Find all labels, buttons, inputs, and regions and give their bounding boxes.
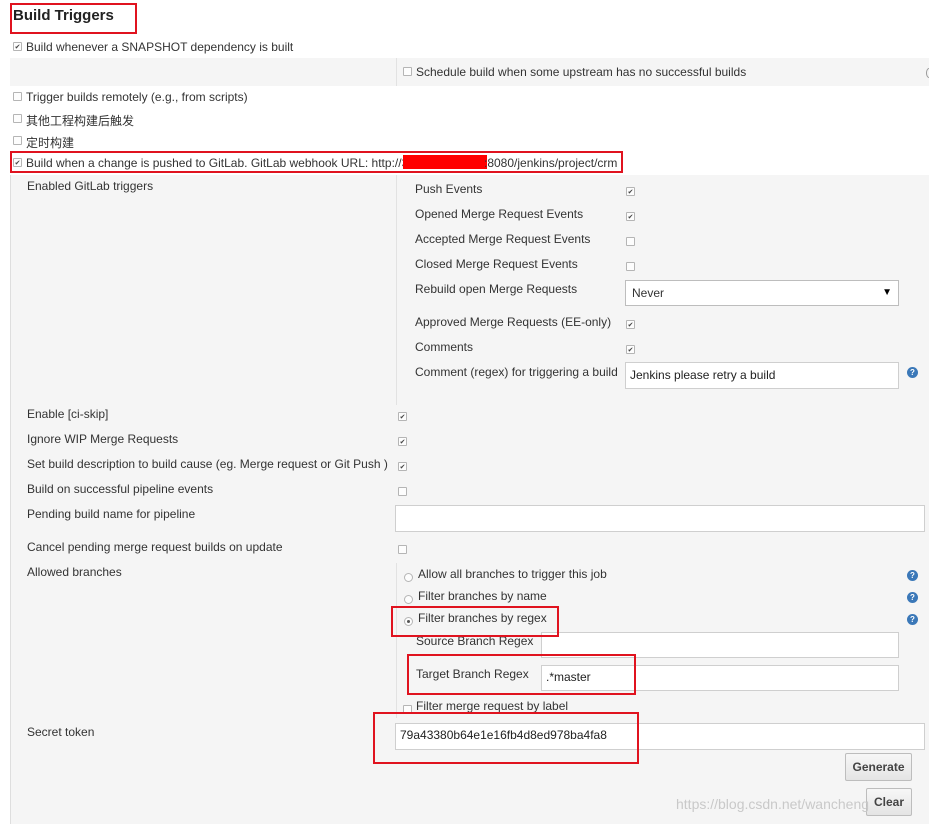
allow-all-branches-radio[interactable] [404,573,413,582]
highlight-target-regex [407,654,636,695]
help-icon[interactable]: ? [907,592,918,603]
pending-build-input[interactable] [395,505,925,532]
snapshot-dependency-checkbox[interactable] [13,42,22,51]
schedule-upstream-checkbox[interactable] [403,67,412,76]
approved-mr-checkbox[interactable] [626,320,635,329]
branch-rule [396,563,397,718]
schedule-upstream-label: Schedule build when some upstream has no… [416,65,747,79]
opened-mr-label: Opened Merge Request Events [415,207,584,221]
accepted-mr-checkbox[interactable] [626,237,635,246]
enabled-triggers-label: Enabled GitLab triggers [27,179,154,193]
events-rule [396,175,397,405]
upstream-rule [396,58,397,86]
help-icon[interactable]: ? [907,614,918,625]
approved-mr-label: Approved Merge Requests (EE-only) [415,315,612,329]
ignore-wip-checkbox[interactable] [398,437,407,446]
push-events-checkbox[interactable] [626,187,635,196]
filter-by-name-radio[interactable] [404,595,413,604]
filter-by-label-label: Filter merge request by label [416,699,569,713]
ignore-wip-label: Ignore WIP Merge Requests [27,432,179,446]
generate-button[interactable]: Generate [845,753,912,781]
closed-mr-checkbox[interactable] [626,262,635,271]
pipeline-events-checkbox[interactable] [398,487,407,496]
highlight-gitlab-push [10,151,623,173]
rebuild-select-value: Never [632,286,665,300]
periodic-build-checkbox[interactable] [13,136,22,145]
closed-mr-label: Closed Merge Request Events [415,257,578,271]
allow-all-branches-label: Allow all branches to trigger this job [418,567,607,581]
filter-by-name-label: Filter branches by name [418,589,547,603]
help-icon[interactable]: ? [907,570,918,581]
trigger-remotely-label: Trigger builds remotely (e.g., from scri… [26,90,248,104]
accepted-mr-label: Accepted Merge Request Events [415,232,591,246]
snapshot-dependency-label: Build whenever a SNAPSHOT dependency is … [26,40,294,54]
comment-regex-input[interactable]: Jenkins please retry a build [625,362,899,389]
comment-regex-label: Comment (regex) for triggering a build [415,365,618,379]
highlight-secret-token [373,712,639,764]
build-description-label: Set build description to build cause (eg… [27,457,388,471]
pending-build-label: Pending build name for pipeline [27,507,196,521]
rebuild-label: Rebuild open Merge Requests [415,282,578,296]
gitlab-options-left-rule [10,175,11,824]
after-other-projects-checkbox[interactable] [13,114,22,123]
help-icon[interactable]: ? [907,367,918,378]
cancel-pending-checkbox[interactable] [398,545,407,554]
watermark: https://blog.csdn.net/wancheng [676,796,870,812]
build-description-checkbox[interactable] [398,462,407,471]
clear-button[interactable]: Clear [866,788,912,816]
push-events-label: Push Events [415,182,483,196]
rebuild-select[interactable]: Never ▼ [625,280,899,306]
pipeline-events-label: Build on successful pipeline events [27,482,214,496]
allowed-branches-label: Allowed branches [27,565,122,579]
comments-checkbox[interactable] [626,345,635,354]
ci-skip-label: Enable [ci-skip] [27,407,109,421]
highlight-title [10,3,137,34]
cancel-pending-label: Cancel pending merge request builds on u… [27,540,283,554]
ci-skip-checkbox[interactable] [398,412,407,421]
after-other-projects-label: 其他工程构建后触发 [26,114,135,128]
secret-token-label: Secret token [27,725,95,739]
opened-mr-checkbox[interactable] [626,212,635,221]
trigger-remotely-checkbox[interactable] [13,92,22,101]
periodic-build-label: 定时构建 [26,136,75,150]
comments-label: Comments [415,340,474,354]
highlight-filter-regex [391,606,559,637]
chevron-down-icon: ▼ [882,287,892,298]
